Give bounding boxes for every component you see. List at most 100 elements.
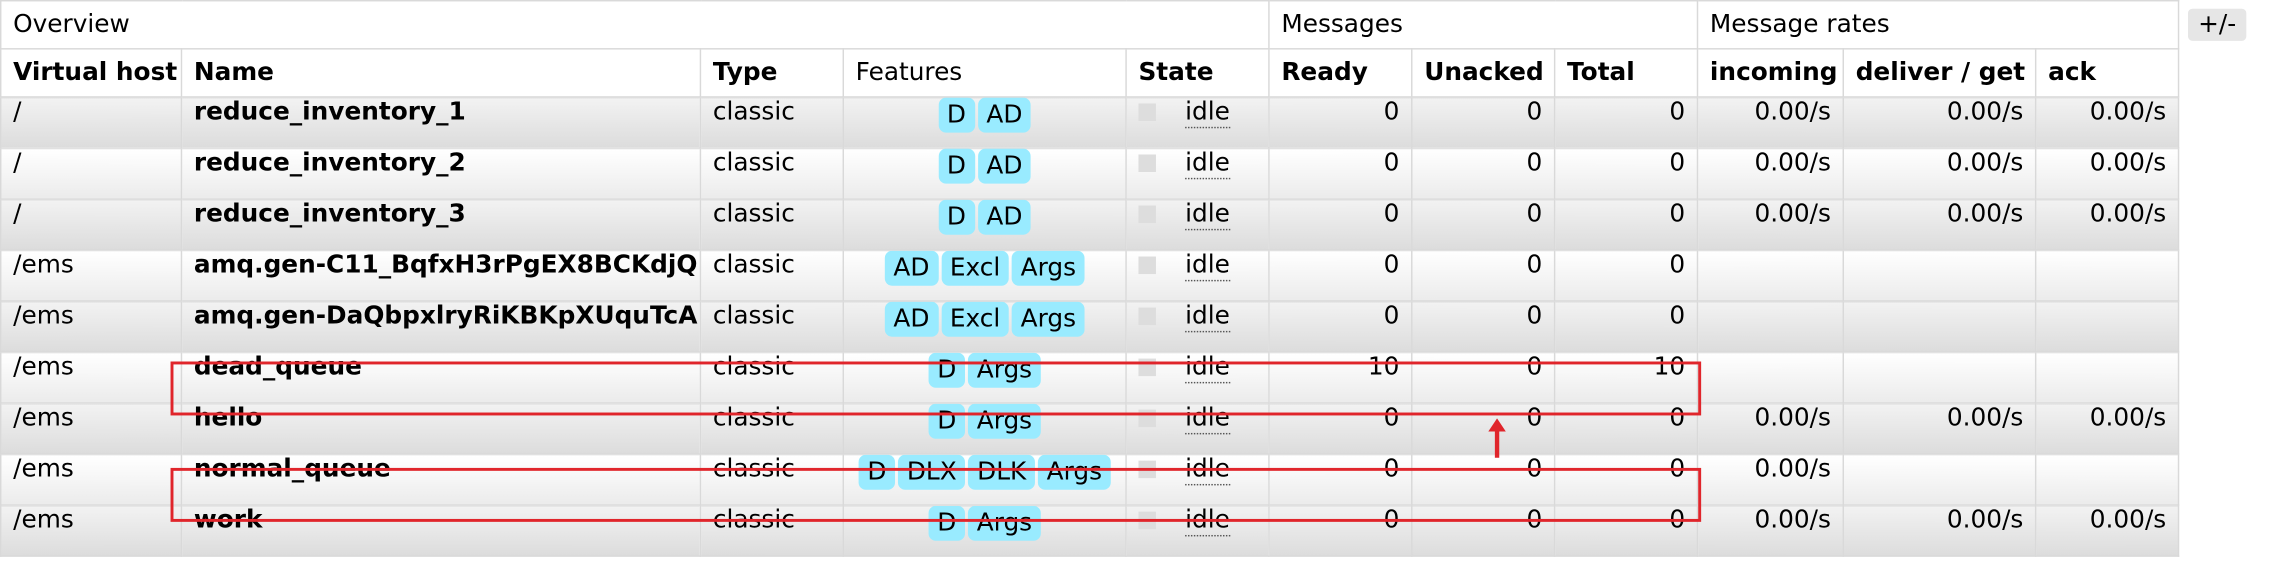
cell-virtual-host[interactable]: / [0, 96, 183, 149]
cell-type: classic [699, 249, 845, 302]
up-arrow-annotation-icon [1488, 418, 1506, 458]
column-header-name[interactable]: Name [180, 48, 702, 98]
feature-badge[interactable]: D [938, 98, 975, 133]
cell-ack-rate: 0.00/s [2034, 198, 2180, 251]
cell-ack-rate [2034, 453, 2180, 506]
cell-deliver-get-rate [1842, 300, 2037, 353]
cell-features: D AD [842, 147, 1127, 200]
group-header-message-rates: Message rates [1696, 0, 2180, 50]
cell-features: AD Excl Args [842, 249, 1127, 302]
cell-incoming-rate: 0.00/s [1696, 198, 1845, 251]
state-indicator-icon [1138, 256, 1156, 275]
state-label[interactable]: idle [1185, 98, 1230, 129]
feature-badge[interactable]: Excl [941, 251, 1009, 286]
state-label[interactable]: idle [1185, 251, 1230, 282]
cell-virtual-host[interactable]: /ems [0, 351, 183, 404]
column-header-type[interactable]: Type [699, 48, 845, 98]
cell-virtual-host[interactable]: /ems [0, 249, 183, 302]
cell-features: D AD [842, 96, 1127, 149]
cell-incoming-rate [1696, 300, 1845, 353]
column-header-unacked[interactable]: Unacked [1411, 48, 1556, 98]
cell-total: 0 [1553, 198, 1699, 251]
cell-type: classic [699, 147, 845, 200]
cell-deliver-get-rate [1842, 351, 2037, 404]
cell-total: 0 [1553, 96, 1699, 149]
column-header-total[interactable]: Total [1553, 48, 1699, 98]
cell-state: idle [1125, 96, 1270, 149]
cell-ready: 0 [1268, 198, 1413, 251]
cell-deliver-get-rate: 0.00/s [1842, 198, 2037, 251]
cell-incoming-rate: 0.00/s [1696, 96, 1845, 149]
cell-incoming-rate: 0.00/s [1696, 453, 1845, 506]
cell-virtual-host[interactable]: /ems [0, 300, 183, 353]
cell-ack-rate [2034, 351, 2180, 404]
cell-unacked: 0 [1411, 300, 1556, 353]
cell-virtual-host[interactable]: /ems [0, 504, 183, 557]
cell-features: D AD [842, 198, 1127, 251]
cell-deliver-get-rate [1842, 453, 2037, 506]
feature-badge[interactable]: Args [1011, 302, 1085, 337]
cell-queue-name[interactable]: reduce_inventory_3 [180, 198, 702, 251]
column-header-deliver-get[interactable]: deliver / get [1842, 48, 2037, 98]
cell-virtual-host[interactable]: / [0, 147, 183, 200]
group-header-messages: Messages [1268, 0, 1699, 50]
feature-badge[interactable]: AD [977, 98, 1032, 133]
cell-queue-name[interactable]: amq.gen-C11_BqfxH3rPgEX8BCKdjQ [180, 249, 702, 302]
cell-deliver-get-rate: 0.00/s [1842, 147, 2037, 200]
queues-panel: Overview Messages Message rates Virtual … [0, 0, 2274, 583]
cell-state: idle [1125, 249, 1270, 302]
column-header-incoming[interactable]: incoming [1696, 48, 1845, 98]
cell-unacked: 0 [1411, 198, 1556, 251]
column-header-ready[interactable]: Ready [1268, 48, 1413, 98]
cell-virtual-host[interactable]: / [0, 198, 183, 251]
cell-incoming-rate: 0.00/s [1696, 147, 1845, 200]
queue-row: /ems amq.gen-DaQbpxlryRiKBKpXUquTcA classi… [0, 300, 2180, 353]
cell-virtual-host[interactable]: /ems [0, 402, 183, 455]
highlight-box-normal-queue [170, 467, 1702, 522]
cell-ready: 0 [1268, 300, 1413, 353]
column-header-state[interactable]: State [1125, 48, 1270, 98]
feature-badge[interactable]: Args [1011, 251, 1085, 286]
state-label[interactable]: idle [1185, 302, 1230, 333]
column-header-virtual-host[interactable]: Virtual host [0, 48, 183, 98]
state-indicator-icon [1138, 103, 1156, 121]
column-header-features: Features [842, 48, 1127, 98]
feature-badge[interactable]: AD [884, 302, 939, 337]
cell-unacked: 0 [1411, 96, 1556, 149]
state-indicator-icon [1138, 154, 1156, 173]
cell-deliver-get-rate: 0.00/s [1842, 402, 2037, 455]
feature-badge[interactable]: AD [977, 149, 1032, 184]
cell-features: AD Excl Args [842, 300, 1127, 353]
cell-unacked: 0 [1411, 147, 1556, 200]
cell-ready: 0 [1268, 249, 1413, 302]
cell-queue-name[interactable]: amq.gen-DaQbpxlryRiKBKpXUquTcA [180, 300, 702, 353]
queue-row: / reduce_inventory_3 classic D AD idle 0 0 0 0.00… [0, 198, 2180, 251]
cell-queue-name[interactable]: reduce_inventory_1 [180, 96, 702, 149]
cell-type: classic [699, 96, 845, 149]
feature-badge[interactable]: D [938, 200, 975, 235]
state-label[interactable]: idle [1185, 200, 1230, 231]
cell-incoming-rate [1696, 351, 1845, 404]
column-header-ack[interactable]: ack [2034, 48, 2180, 98]
cell-incoming-rate: 0.00/s [1696, 402, 1845, 455]
cell-state: idle [1125, 198, 1270, 251]
feature-badge[interactable]: Excl [941, 302, 1009, 337]
cell-queue-name[interactable]: reduce_inventory_2 [180, 147, 702, 200]
cell-virtual-host[interactable]: /ems [0, 453, 183, 506]
cell-ready: 0 [1268, 96, 1413, 149]
column-toggle-button[interactable]: +/- [2188, 8, 2247, 41]
cell-ack-rate: 0.00/s [2034, 504, 2180, 557]
feature-badge[interactable]: AD [977, 200, 1032, 235]
cell-total: 0 [1553, 249, 1699, 302]
state-indicator-icon [1138, 307, 1156, 326]
cell-deliver-get-rate: 0.00/s [1842, 96, 2037, 149]
cell-type: classic [699, 198, 845, 251]
state-indicator-icon [1138, 205, 1156, 224]
cell-total: 0 [1553, 300, 1699, 353]
feature-badge[interactable]: AD [884, 251, 939, 286]
state-label[interactable]: idle [1185, 149, 1230, 180]
queue-row: / reduce_inventory_1 classic D AD idle 0 0 0 0.00… [0, 96, 2180, 149]
feature-badge[interactable]: D [938, 149, 975, 184]
group-header-overview: Overview [0, 0, 1270, 50]
cell-ack-rate: 0.00/s [2034, 147, 2180, 200]
